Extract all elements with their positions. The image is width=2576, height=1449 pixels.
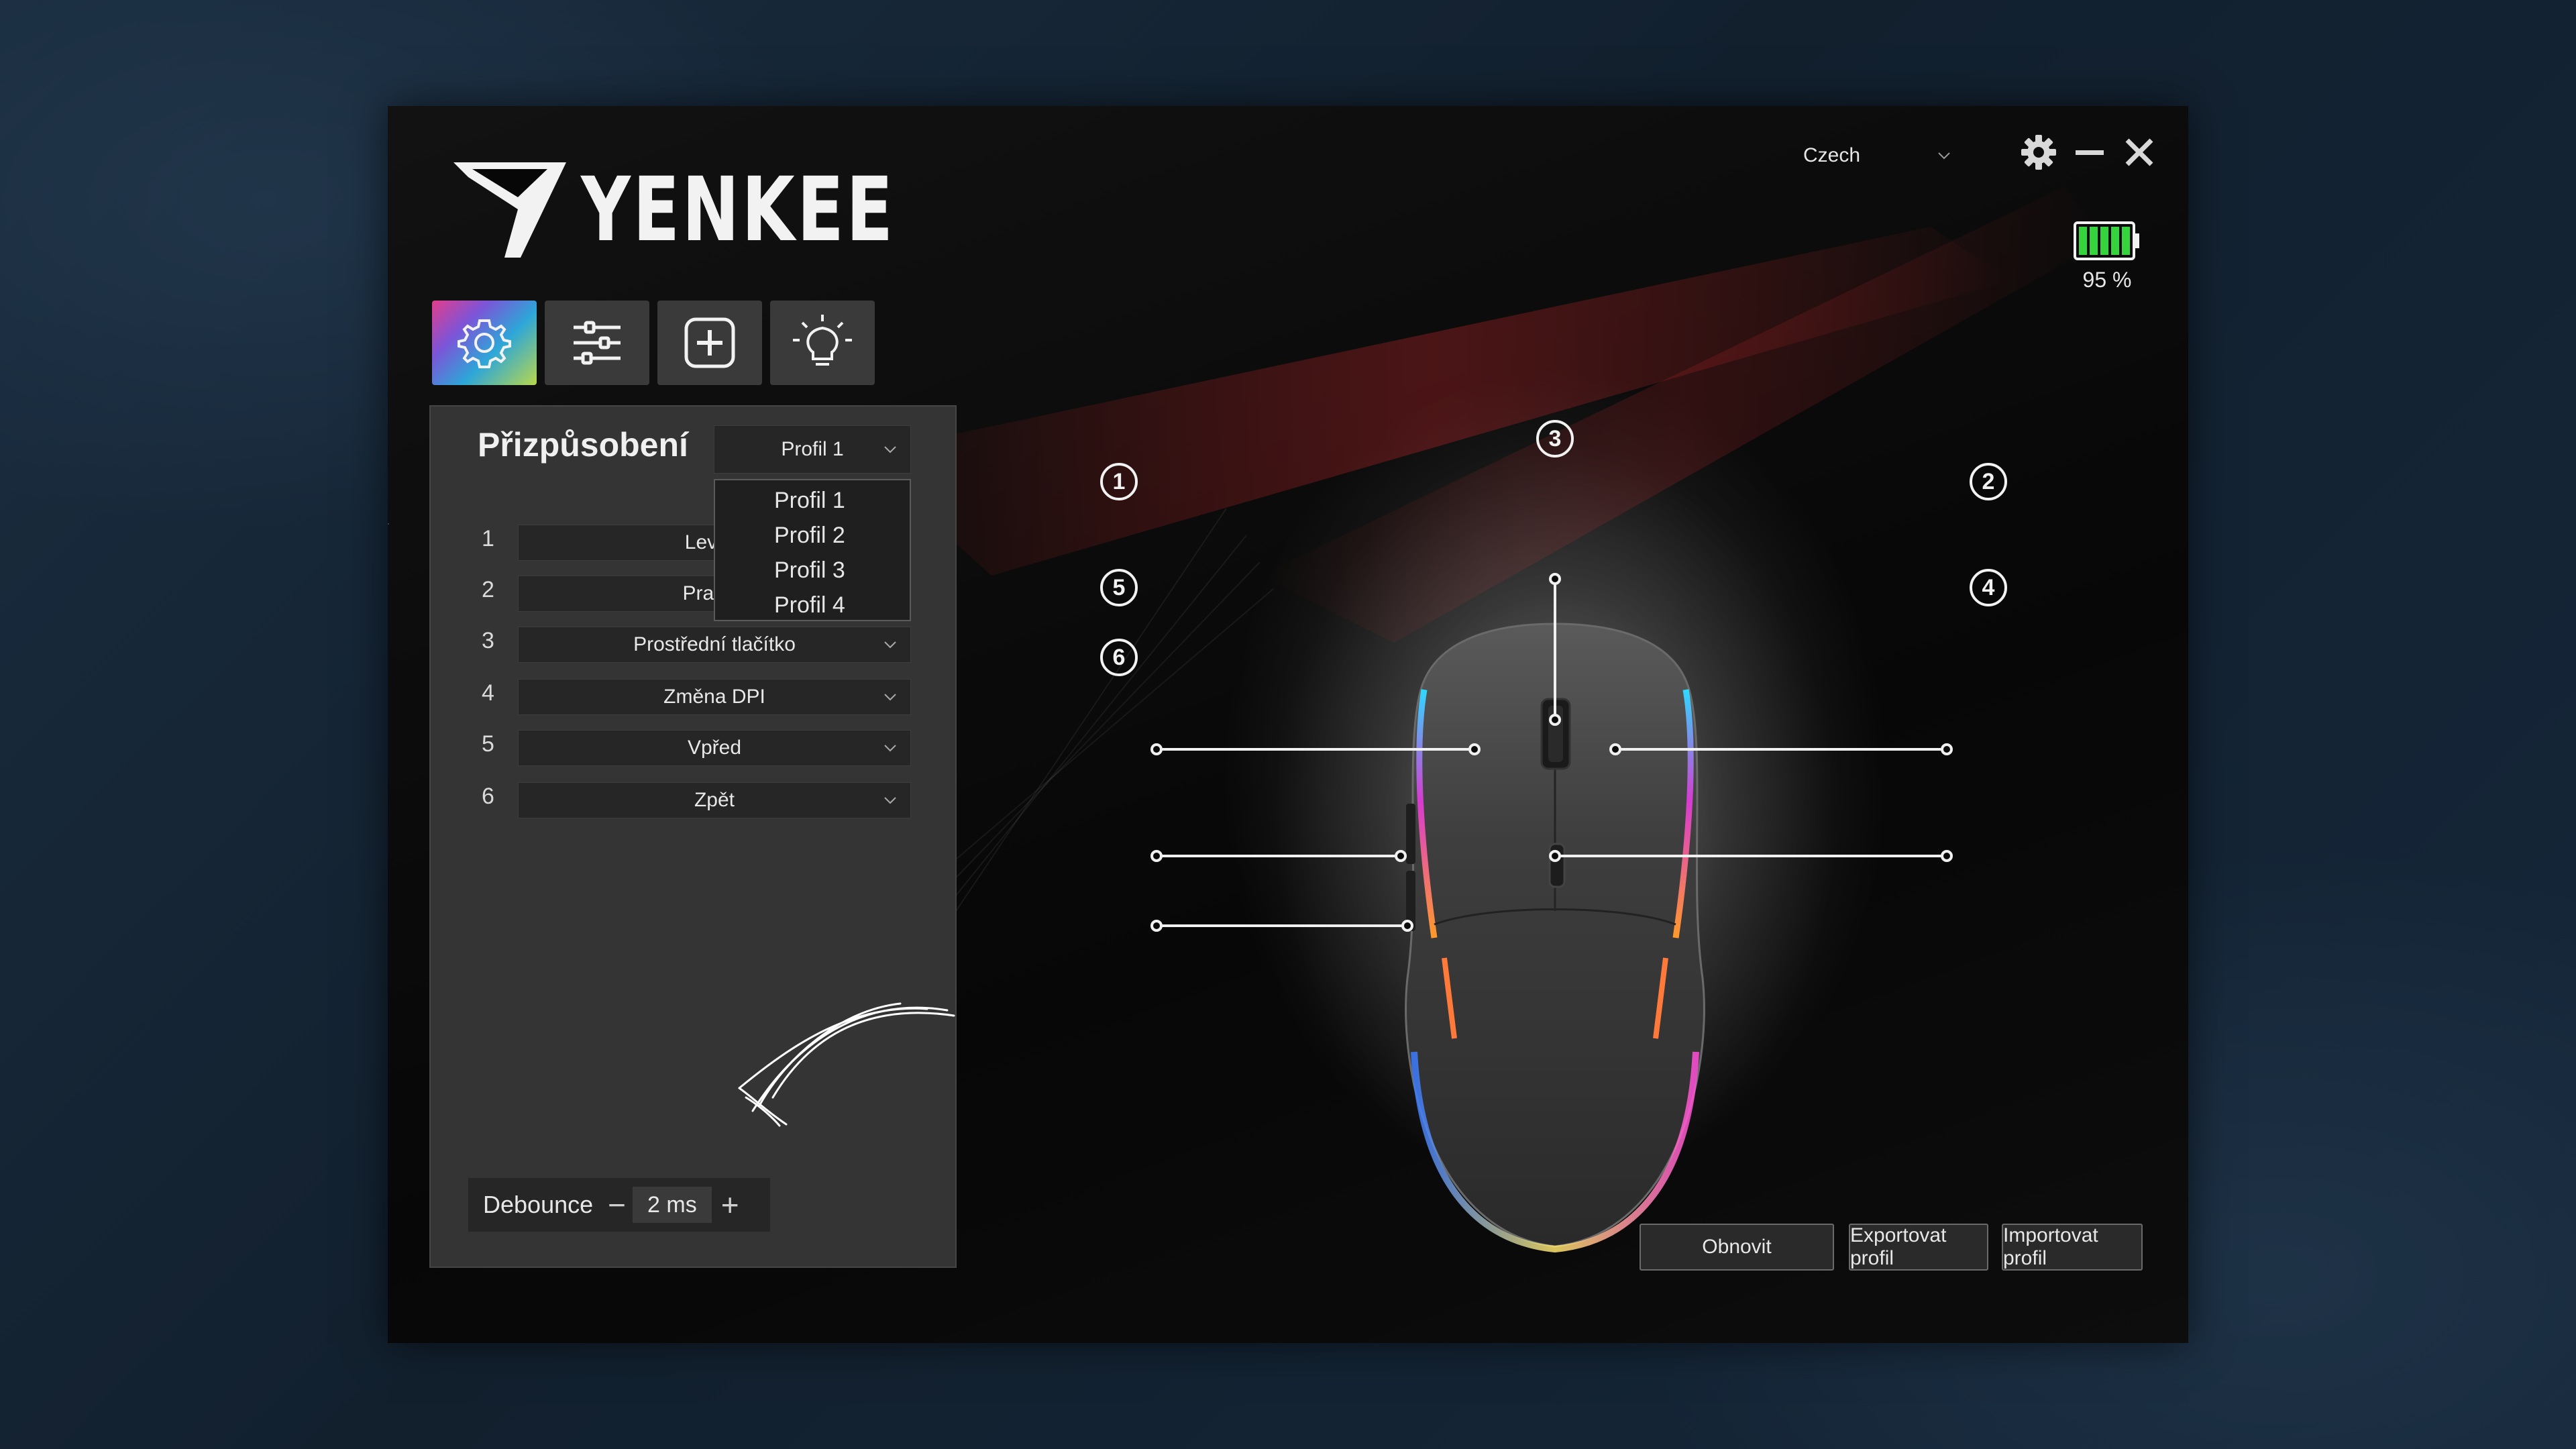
button-5-select[interactable]: Vpřed xyxy=(518,730,911,766)
panel-title: Přizpůsobení xyxy=(478,426,688,464)
language-select[interactable]: Czech xyxy=(1790,133,1964,178)
button-mapping-row xyxy=(388,523,389,525)
button-number-1: 1 xyxy=(482,526,494,551)
button-4-select[interactable]: Změna DPI xyxy=(518,679,911,715)
callout-2: 2 xyxy=(1970,463,2007,500)
battery-cell xyxy=(2090,227,2098,255)
gear-icon xyxy=(458,319,511,368)
export-profile-button[interactable]: Exportovat profil xyxy=(1849,1224,1988,1271)
tab-lighting[interactable] xyxy=(770,301,875,385)
button-number-6: 6 xyxy=(482,784,494,809)
callout-1: 1 xyxy=(1100,463,1138,500)
profile-option-2[interactable]: Profil 2 xyxy=(715,518,910,553)
yenkee-logo-icon xyxy=(453,162,566,258)
tab-adjustments[interactable] xyxy=(545,301,649,385)
debounce-control: Debounce − 2 ms + xyxy=(468,1178,770,1232)
button-6-value: Zpět xyxy=(694,789,735,811)
profile-selected-value: Profil 1 xyxy=(781,438,844,460)
brand-logo: YENKEE xyxy=(453,158,947,262)
battery-indicator: 95 % xyxy=(2063,221,2151,292)
chevron-down-icon xyxy=(884,797,896,804)
callout-3: 3 xyxy=(1536,420,1574,458)
chevron-down-icon xyxy=(884,745,896,752)
language-value: Czech xyxy=(1803,144,1861,166)
settings-button[interactable] xyxy=(2014,127,2063,177)
profile-option-4[interactable]: Profil 4 xyxy=(715,588,910,623)
debounce-increase-button[interactable]: + xyxy=(721,1189,739,1220)
button-3-select[interactable]: Prostřední tlačítko xyxy=(518,627,911,663)
tab-settings[interactable] xyxy=(432,301,537,385)
callout-6: 6 xyxy=(1100,639,1138,676)
mouse-illustration xyxy=(1150,441,1953,1253)
minimize-icon xyxy=(2076,150,2104,155)
profile-option-3[interactable]: Profil 3 xyxy=(715,553,910,588)
profile-dropdown-menu: Profil 1 Profil 2 Profil 3 Profil 4 xyxy=(714,479,911,621)
close-button[interactable] xyxy=(2114,127,2164,177)
button-4-value: Změna DPI xyxy=(663,686,765,708)
callout-5: 5 xyxy=(1100,569,1138,606)
debounce-decrease-button[interactable]: − xyxy=(608,1189,626,1220)
debounce-label: Debounce xyxy=(483,1191,594,1218)
sliders-icon xyxy=(574,321,621,365)
battery-cell xyxy=(2122,227,2130,255)
plus-icon xyxy=(684,317,735,368)
chevron-down-icon xyxy=(1938,152,1950,160)
app-window: YENKEE Czech 95 % Přizpůsobení 1 Levé 2 … xyxy=(388,106,2188,1343)
debounce-value[interactable]: 2 ms xyxy=(633,1187,712,1223)
battery-cell xyxy=(2079,227,2087,255)
close-icon xyxy=(2125,138,2153,166)
decorative-scribble xyxy=(738,1002,955,1127)
chevron-down-icon xyxy=(884,446,896,453)
chevron-down-icon xyxy=(884,641,896,649)
profile-option-1[interactable]: Profil 1 xyxy=(715,483,910,518)
callout-4: 4 xyxy=(1970,569,2007,606)
battery-percent: 95 % xyxy=(2082,268,2132,292)
battery-cell xyxy=(2111,227,2119,255)
button-number-4: 4 xyxy=(482,680,494,706)
battery-cell xyxy=(2100,227,2108,255)
button-number-5: 5 xyxy=(482,731,494,757)
brand-name: YENKEE xyxy=(581,158,896,262)
gear-icon xyxy=(2021,135,2056,170)
button-number-3: 3 xyxy=(482,628,494,653)
button-5-value: Vpřed xyxy=(687,737,742,759)
lightbulb-icon xyxy=(793,315,852,366)
reset-button[interactable]: Obnovit xyxy=(1640,1224,1834,1271)
profile-select[interactable]: Profil 1 xyxy=(714,425,911,474)
minimize-button[interactable] xyxy=(2065,127,2114,177)
button-number-2: 2 xyxy=(482,577,494,602)
import-profile-button[interactable]: Importovat profil xyxy=(2002,1224,2143,1271)
battery-icon xyxy=(2074,221,2139,260)
tab-macro[interactable] xyxy=(657,301,762,385)
chevron-down-icon xyxy=(884,694,896,701)
button-6-select[interactable]: Zpět xyxy=(518,782,911,818)
button-3-value: Prostřední tlačítko xyxy=(633,633,796,655)
